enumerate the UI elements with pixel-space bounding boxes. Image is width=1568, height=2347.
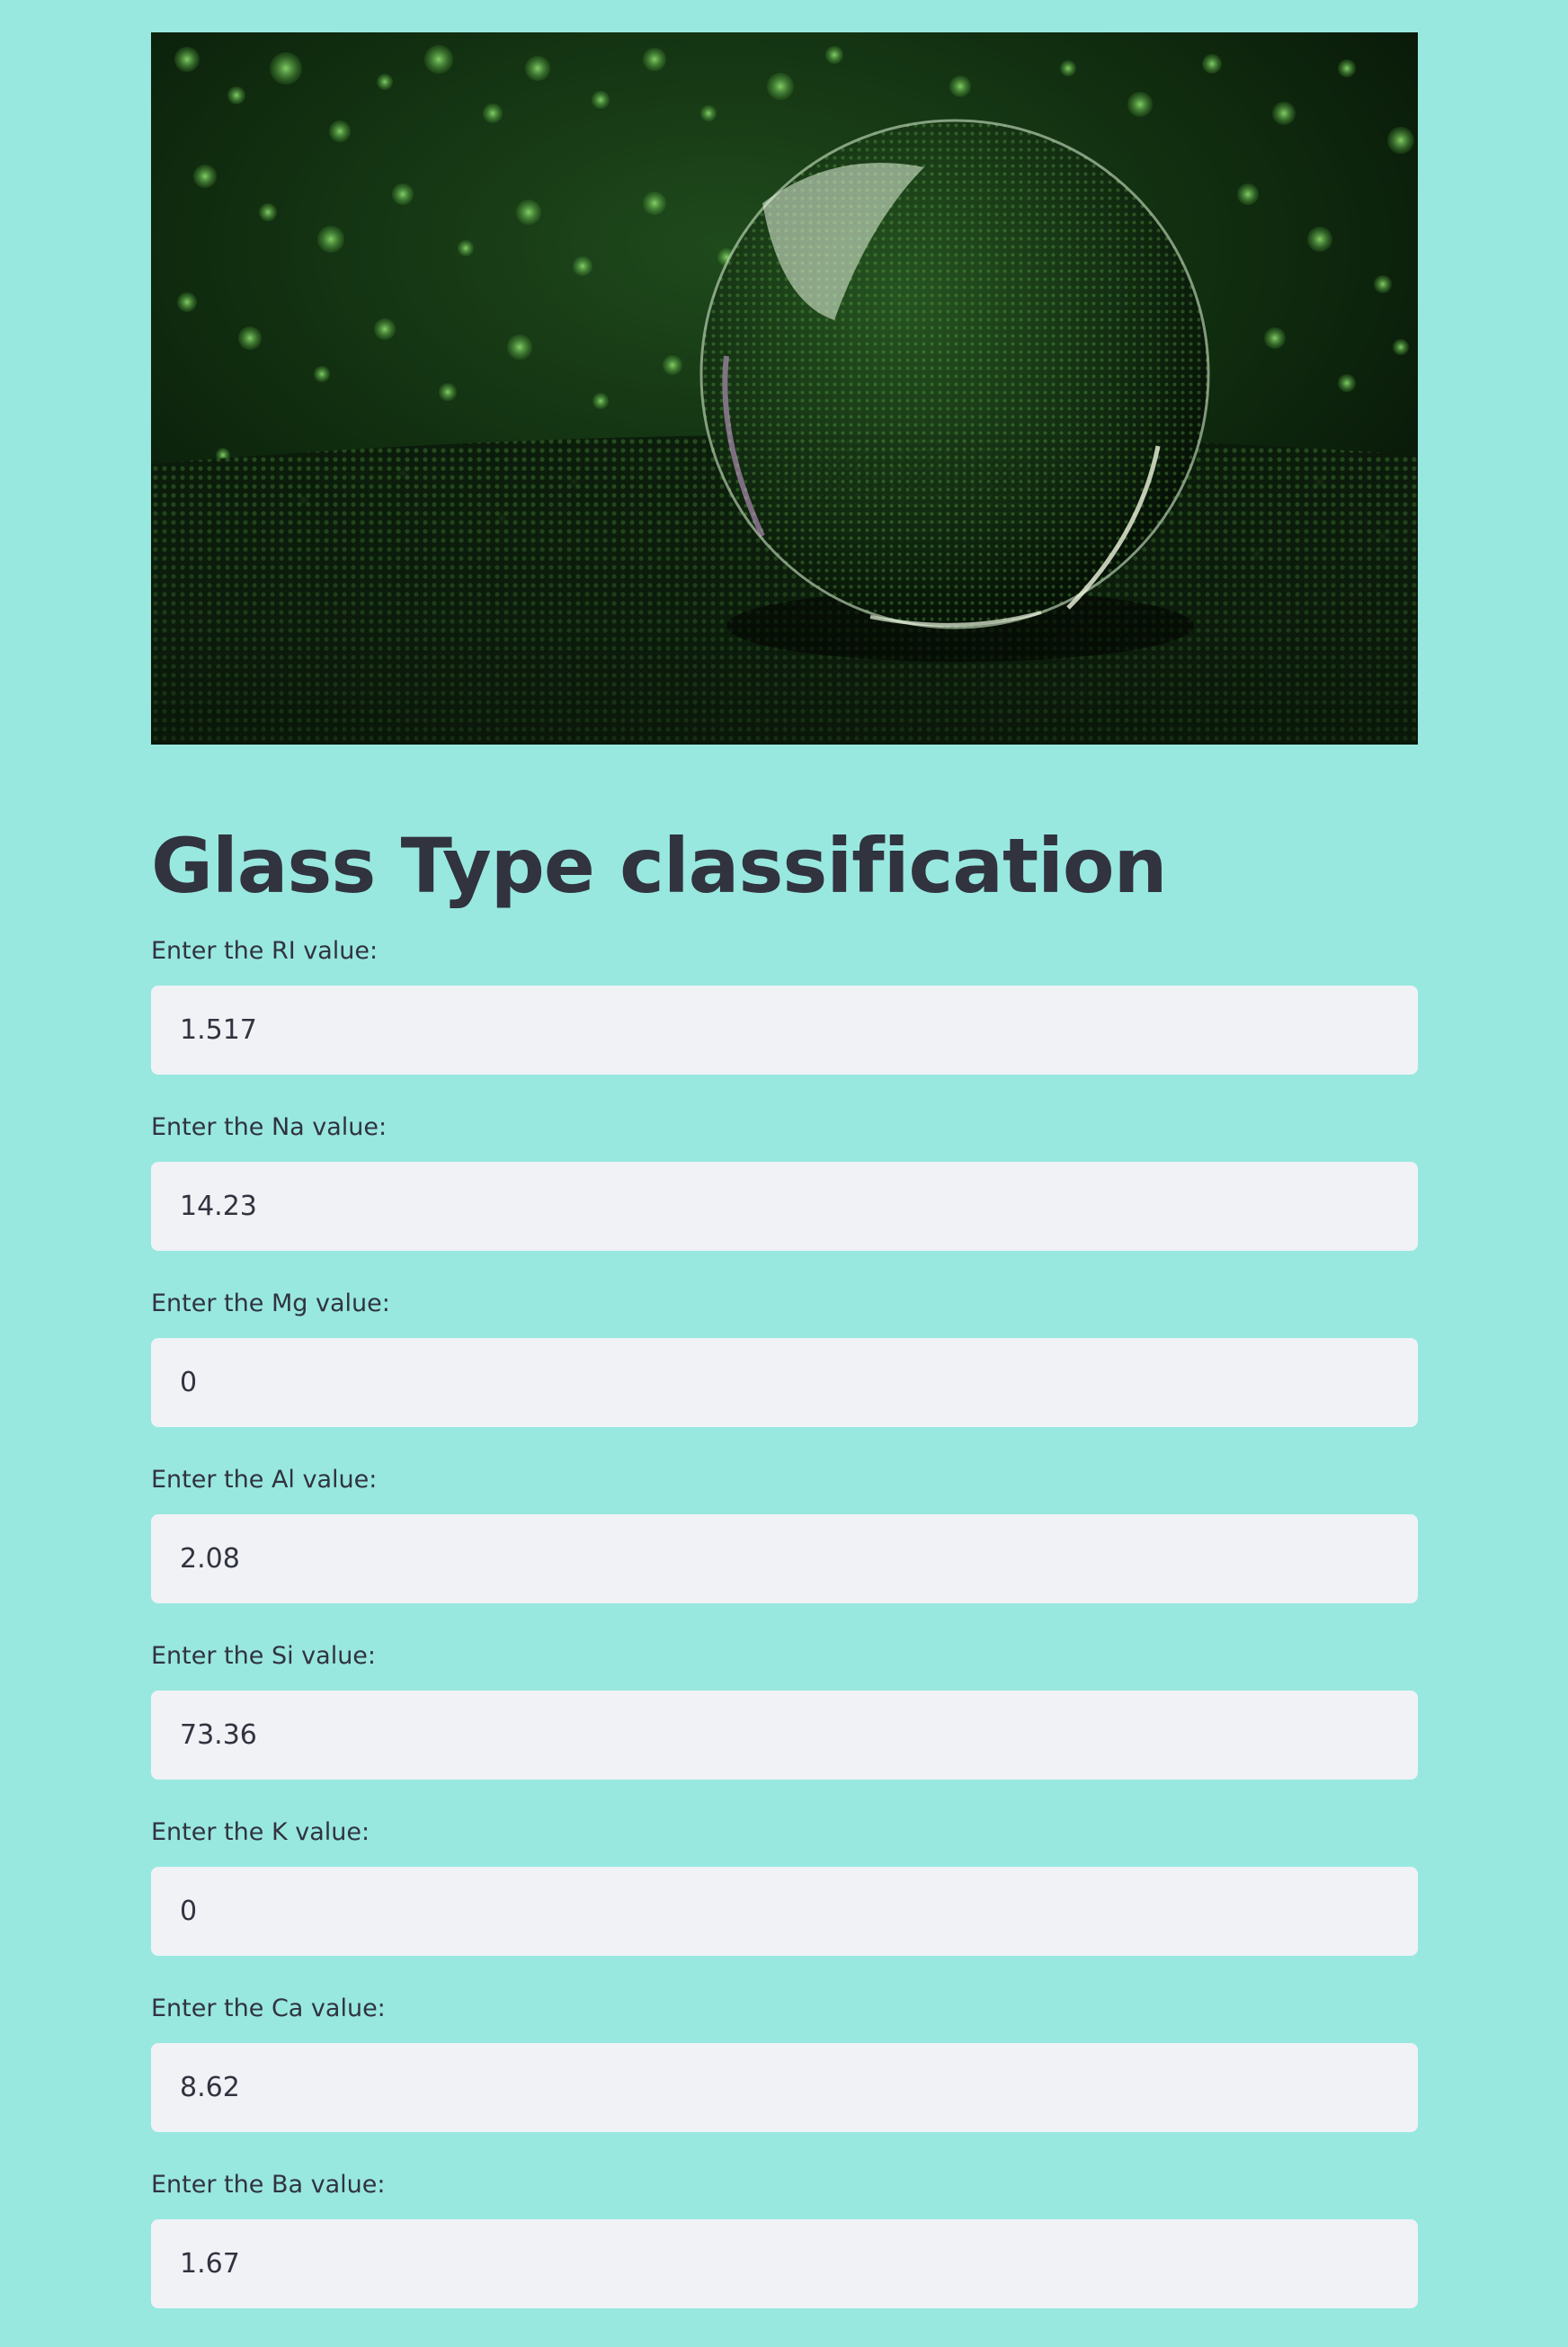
na-input[interactable] bbox=[151, 1162, 1418, 1251]
field-label-al: Enter the Al value: bbox=[151, 1466, 378, 1494]
field-label-ba: Enter the Ba value: bbox=[151, 2171, 386, 2199]
mg-input[interactable] bbox=[151, 1338, 1418, 1427]
field-al: Enter the Al value: bbox=[151, 1464, 1418, 1603]
field-label-ri: Enter the RI value: bbox=[151, 937, 379, 965]
hero-image bbox=[151, 32, 1418, 745]
input-form: Enter the RI value: Enter the Na value: … bbox=[151, 935, 1418, 2308]
field-k: Enter the K value: bbox=[151, 1816, 1418, 1956]
field-ca: Enter the Ca value: bbox=[151, 1993, 1418, 2132]
si-input[interactable] bbox=[151, 1691, 1418, 1780]
ri-input[interactable] bbox=[151, 986, 1418, 1075]
field-si: Enter the Si value: bbox=[151, 1640, 1418, 1780]
field-ri: Enter the RI value: bbox=[151, 935, 1418, 1075]
main-content: Glass Type classification Enter the RI v… bbox=[151, 32, 1418, 2308]
field-mg: Enter the Mg value: bbox=[151, 1288, 1418, 1427]
k-input[interactable] bbox=[151, 1867, 1418, 1956]
field-label-na: Enter the Na value: bbox=[151, 1113, 388, 1141]
al-input[interactable] bbox=[151, 1514, 1418, 1603]
ca-input[interactable] bbox=[151, 2043, 1418, 2132]
ba-input[interactable] bbox=[151, 2219, 1418, 2308]
field-ba: Enter the Ba value: bbox=[151, 2169, 1418, 2308]
page-title: Glass Type classification bbox=[151, 822, 1167, 910]
field-na: Enter the Na value: bbox=[151, 1111, 1418, 1251]
field-label-ca: Enter the Ca value: bbox=[151, 1995, 386, 2022]
field-label-mg: Enter the Mg value: bbox=[151, 1290, 390, 1317]
field-label-si: Enter the Si value: bbox=[151, 1642, 377, 1670]
field-label-k: Enter the K value: bbox=[151, 1818, 370, 1846]
